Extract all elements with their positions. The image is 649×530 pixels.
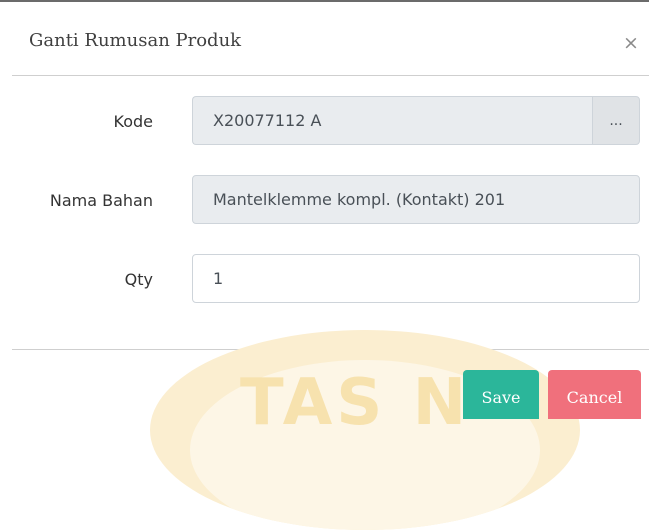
close-icon[interactable]: × xyxy=(620,31,642,55)
nama-bahan-label: Nama Bahan xyxy=(49,191,153,210)
watermark-text: TAS N xyxy=(240,366,471,440)
qty-input[interactable]: 1 xyxy=(192,254,640,303)
header-divider xyxy=(12,75,649,76)
dialog-title: Ganti Rumusan Produk xyxy=(29,30,242,51)
kode-browse-button[interactable]: ... xyxy=(592,96,640,145)
kode-field[interactable]: X20077112 A xyxy=(192,96,592,145)
kode-label: Kode xyxy=(113,112,153,131)
save-button[interactable]: Save xyxy=(463,370,539,419)
qty-label: Qty xyxy=(124,270,153,289)
nama-bahan-field[interactable]: Mantelklemme kompl. (Kontakt) 201 xyxy=(192,175,640,224)
dialog-top-border xyxy=(0,0,649,2)
cancel-button[interactable]: Cancel xyxy=(548,370,641,419)
